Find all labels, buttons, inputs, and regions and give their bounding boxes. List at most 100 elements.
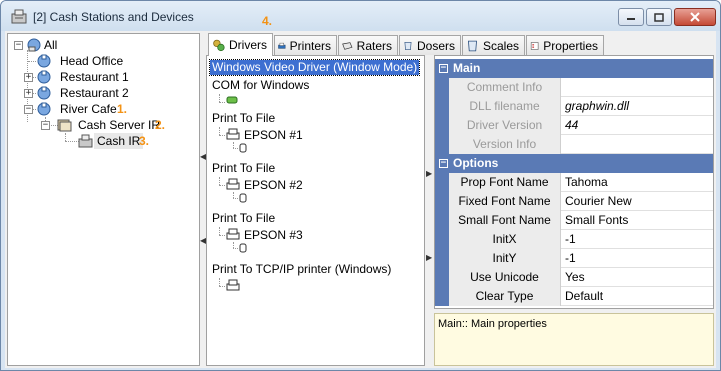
scales-icon — [467, 40, 477, 51]
property-grid[interactable]: − Main Comment Info DLL filename graphwi… — [434, 55, 714, 309]
row-gutter — [435, 192, 449, 211]
driver-item-com[interactable]: COM for Windows — [212, 78, 309, 93]
row-gutter — [435, 230, 449, 249]
tab-drivers[interactable]: Drivers — [208, 33, 273, 56]
annotation-3: 3. — [139, 134, 150, 148]
expand-icon[interactable]: + — [24, 73, 33, 82]
property-value[interactable]: Small Fonts — [565, 211, 628, 230]
cash-station-icon — [78, 134, 93, 148]
tree-item-cash-server[interactable]: − Cash Server IR 2. — [8, 117, 198, 133]
title-bar[interactable]: [2] Cash Stations and Devices — [1, 1, 720, 31]
row-gutter — [435, 211, 449, 230]
property-value[interactable]: Default — [565, 287, 603, 306]
tree-label: Cash IR — [94, 133, 144, 149]
row-gutter — [435, 116, 449, 135]
tab-raters[interactable]: Raters — [338, 35, 398, 55]
collapse-icon[interactable]: − — [439, 159, 448, 168]
printer-icon — [226, 279, 240, 291]
tree-label: All — [44, 38, 58, 52]
property-value[interactable]: graphwin.dll — [565, 97, 629, 116]
tree-label: Restaurant 2 — [60, 86, 129, 100]
property-row[interactable]: InitX -1 — [435, 230, 713, 249]
driver-item-print-to-file-2[interactable]: Print To File — [212, 161, 275, 176]
property-row[interactable]: DLL filename graphwin.dll — [435, 97, 713, 116]
expand-right-icon[interactable]: ▶ — [426, 169, 432, 178]
property-row[interactable]: Fixed Font Name Courier New — [435, 192, 713, 211]
category-options[interactable]: − Options — [435, 154, 713, 173]
property-row[interactable]: Version Info — [435, 135, 713, 154]
property-value[interactable]: Tahoma — [565, 173, 608, 192]
printer-icon — [278, 42, 286, 49]
property-value[interactable]: -1 — [565, 230, 576, 249]
tab-label: Drivers — [229, 38, 267, 52]
driver-item-video[interactable]: Windows Video Driver (Window Mode) — [208, 59, 421, 76]
restaurant-icon — [37, 102, 51, 116]
collapse-icon[interactable]: − — [41, 121, 50, 130]
station-tree[interactable]: − All Head Office + Restaurant 1 + Resta… — [7, 33, 200, 366]
driver-item-print-to-file-3[interactable]: Print To File — [212, 211, 275, 226]
tree-connector — [219, 227, 220, 235]
property-row[interactable]: Comment Info — [435, 78, 713, 97]
minimize-button[interactable] — [618, 8, 644, 26]
property-row[interactable]: Small Font Name Small Fonts — [435, 211, 713, 230]
printer-item-epson-1[interactable]: EPSON #1 — [244, 128, 303, 143]
tab-properties[interactable]: Properties — [526, 35, 604, 55]
tree-item-restaurant-2[interactable]: + Restaurant 2 — [8, 85, 198, 101]
close-button[interactable] — [674, 8, 716, 26]
tree-item-river-cafe[interactable]: − River Cafe 1. — [8, 101, 198, 117]
printer-item-epson-2[interactable]: EPSON #2 — [244, 178, 303, 193]
property-row[interactable]: Use Unicode Yes — [435, 268, 713, 287]
tree-item-restaurant-1[interactable]: + Restaurant 1 — [8, 69, 198, 85]
category-main[interactable]: − Main — [435, 59, 713, 78]
property-row[interactable]: Driver Version 44 — [435, 116, 713, 135]
tab-scales[interactable]: Scales — [462, 35, 525, 55]
row-gutter — [435, 268, 449, 287]
tab-printers[interactable]: Printers — [274, 35, 337, 55]
property-name: DLL filename — [449, 97, 561, 116]
annotation-2: 2. — [155, 118, 166, 132]
drivers-icon — [213, 39, 225, 52]
property-value[interactable]: -1 — [565, 249, 576, 268]
printer-item-epson-3[interactable]: EPSON #3 — [244, 228, 303, 243]
driver-item-print-to-file-1[interactable]: Print To File — [212, 111, 275, 126]
drivers-list[interactable]: Windows Video Driver (Window Mode) COM f… — [206, 55, 425, 366]
tree-label: River Cafe — [60, 102, 117, 116]
restaurant-icon — [37, 86, 51, 100]
property-row[interactable]: Prop Font Name Tahoma — [435, 173, 713, 192]
close-icon — [690, 12, 700, 22]
tree-connector — [219, 177, 220, 185]
cash-server-icon — [57, 119, 72, 132]
client-area: − All Head Office + Restaurant 1 + Resta… — [5, 31, 716, 368]
tree-connector — [219, 135, 225, 136]
expand-right-icon[interactable]: ▶ — [426, 253, 432, 262]
network-icon — [27, 38, 41, 52]
property-value[interactable]: 44 — [565, 116, 578, 135]
property-row[interactable]: Clear Type Default — [435, 287, 713, 306]
collapse-icon[interactable]: − — [24, 105, 33, 114]
tab-dosers[interactable]: Dosers — [399, 35, 461, 55]
property-name: Fixed Font Name — [449, 192, 561, 211]
property-value[interactable]: Courier New — [565, 192, 632, 211]
driver-item-tcpip[interactable]: Print To TCP/IP printer (Windows) — [212, 262, 391, 277]
row-gutter — [435, 287, 449, 306]
tree-item-cash-ir[interactable]: Cash IR 3. — [8, 133, 198, 149]
maximize-button[interactable] — [646, 8, 672, 26]
tree-item-head-office[interactable]: Head Office — [8, 53, 198, 69]
printer-icon — [226, 228, 240, 240]
tree-item-all[interactable]: − All — [8, 37, 198, 53]
right-splitter[interactable]: ▶ ▶ — [426, 55, 432, 366]
maximize-icon — [654, 12, 664, 22]
collapse-icon[interactable]: − — [439, 64, 448, 73]
property-row[interactable]: InitY -1 — [435, 249, 713, 268]
property-description: Main:: Main properties — [434, 313, 714, 366]
category-label: Main — [453, 61, 481, 75]
category-label: Options — [453, 156, 499, 170]
expand-icon[interactable]: + — [24, 89, 33, 98]
property-name: Prop Font Name — [449, 173, 561, 192]
printer-icon — [226, 178, 240, 190]
restaurant-icon — [37, 54, 51, 68]
tree-connector — [219, 94, 220, 102]
property-value[interactable]: Yes — [565, 268, 585, 287]
row-gutter — [435, 173, 449, 192]
collapse-icon[interactable]: − — [14, 41, 23, 50]
